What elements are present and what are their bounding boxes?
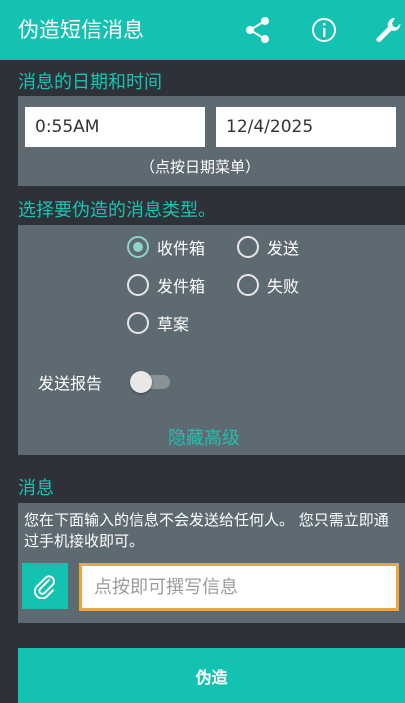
radio-failed-label: 失败 bbox=[267, 277, 300, 296]
app-bar: 伪造短信消息 bbox=[0, 0, 405, 60]
time-field[interactable]: 0:55AM bbox=[25, 107, 205, 147]
radio-button-checked[interactable] bbox=[127, 236, 149, 258]
radio-inbox[interactable]: 收件箱 bbox=[127, 235, 205, 259]
message-info-text: 您在下面输入的信息不会发送给任何人。 您只需立即通过手机接收即可。 bbox=[24, 511, 389, 550]
radio-sent-label: 发送 bbox=[267, 239, 300, 258]
compose-message-input[interactable] bbox=[79, 563, 399, 611]
share-icon[interactable] bbox=[242, 14, 274, 46]
radio-inbox-label: 收件箱 bbox=[157, 239, 206, 258]
app-title: 伪造短信消息 bbox=[18, 18, 144, 42]
wrench-icon[interactable] bbox=[372, 14, 404, 46]
message-type-panel bbox=[18, 225, 405, 455]
delivery-report-toggle-thumb[interactable] bbox=[130, 371, 152, 393]
fake-button[interactable]: 伪造 bbox=[18, 648, 405, 703]
radio-outbox-label: 发件箱 bbox=[157, 277, 206, 296]
attach-button[interactable] bbox=[22, 563, 68, 609]
message-type-section-title: 选择要伪造的消息类型。 bbox=[18, 200, 216, 221]
datetime-section-title: 消息的日期和时间 bbox=[18, 72, 162, 93]
date-field[interactable]: 12/4/2025 bbox=[216, 107, 396, 147]
radio-outbox[interactable]: 发件箱 bbox=[127, 273, 205, 297]
radio-button[interactable] bbox=[127, 274, 149, 296]
radio-button[interactable] bbox=[237, 274, 259, 296]
radio-button[interactable] bbox=[127, 312, 149, 334]
radio-draft[interactable]: 草案 bbox=[127, 311, 189, 335]
date-hint: （点按日期菜单） bbox=[140, 158, 261, 176]
radio-draft-label: 草案 bbox=[157, 315, 190, 334]
radio-failed[interactable]: 失败 bbox=[237, 273, 299, 297]
radio-sent[interactable]: 发送 bbox=[237, 235, 299, 259]
hide-advanced-link[interactable]: 隐藏高级 bbox=[168, 424, 240, 450]
info-icon[interactable] bbox=[308, 14, 340, 46]
radio-button[interactable] bbox=[237, 236, 259, 258]
paperclip-icon bbox=[33, 575, 55, 599]
delivery-report-label: 发送报告 bbox=[38, 374, 103, 393]
message-section-title: 消息 bbox=[18, 478, 54, 499]
